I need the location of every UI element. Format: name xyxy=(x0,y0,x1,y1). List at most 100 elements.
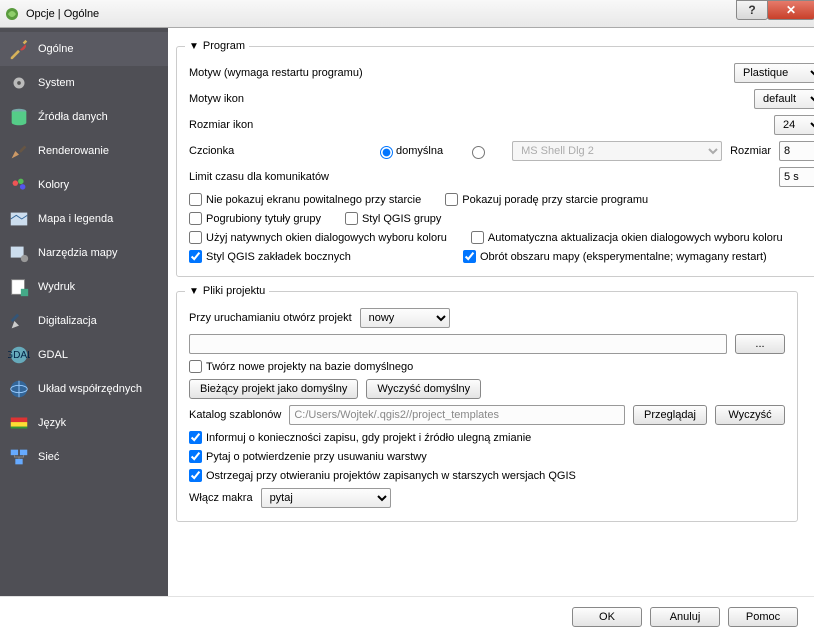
sidebar-label: System xyxy=(38,77,75,89)
palette-icon xyxy=(8,174,30,196)
icon-size-label: Rozmiar ikon xyxy=(189,119,766,131)
macros-label: Włącz makra xyxy=(189,492,253,504)
gear-icon xyxy=(8,72,30,94)
wrench-icon xyxy=(8,38,30,60)
chk-warn-old-label: Ostrzegaj przy otwieraniu projektów zapi… xyxy=(206,470,576,482)
template-dir-label: Katalog szablonów xyxy=(189,409,281,421)
ok-button[interactable]: OK xyxy=(572,607,642,627)
sidebar-item-datasources[interactable]: Źródła danych xyxy=(0,100,168,134)
icon-theme-select[interactable]: default xyxy=(754,89,814,109)
chk-new-from-default[interactable] xyxy=(189,360,202,373)
sidebar-label: Sieć xyxy=(38,451,59,463)
msg-timeout-label: Limit czasu dla komunikatów xyxy=(189,171,771,183)
sidebar-item-print[interactable]: Wydruk xyxy=(0,270,168,304)
sidebar-label: Narzędzia mapy xyxy=(38,247,117,259)
sidebar-item-crs[interactable]: Układ współrzędnych xyxy=(0,372,168,406)
chk-new-from-default-label: Twórz nowe projekty na bazie domyślnego xyxy=(206,361,413,373)
chk-canvas-rotation[interactable] xyxy=(463,250,476,263)
sidebar-item-system[interactable]: System xyxy=(0,66,168,100)
app-icon xyxy=(4,6,20,22)
cancel-button[interactable]: Anuluj xyxy=(650,607,720,627)
sidebar-item-maplegend[interactable]: Mapa i legenda xyxy=(0,202,168,236)
sidebar-item-gdal[interactable]: GDAL GDAL xyxy=(0,338,168,372)
sidebar-label: Układ współrzędnych xyxy=(38,383,142,395)
icon-size-select[interactable]: 24 xyxy=(774,115,814,135)
gdal-icon: GDAL xyxy=(8,344,30,366)
sidebar-label: Wydruk xyxy=(38,281,75,293)
project-path-input[interactable] xyxy=(189,334,727,354)
chk-prompt-save[interactable] xyxy=(189,431,202,444)
chk-bold-group-label: Pogrubiony tytuły grupy xyxy=(206,213,321,225)
chk-live-color[interactable] xyxy=(471,231,484,244)
set-default-button[interactable]: Bieżący projekt jako domyślny xyxy=(189,379,358,399)
sidebar-item-rendering[interactable]: Renderowanie xyxy=(0,134,168,168)
brush-icon xyxy=(8,140,30,162)
sidebar-item-colors[interactable]: Kolory xyxy=(0,168,168,202)
database-icon xyxy=(8,106,30,128)
chk-hide-splash-label: Nie pokazuj ekranu powitalnego przy star… xyxy=(206,194,421,206)
sidebar-label: Mapa i legenda xyxy=(38,213,113,225)
chk-qgis-group-style[interactable] xyxy=(345,212,358,225)
group-program: ▼ Program Motyw (wymaga restartu program… xyxy=(176,40,814,277)
sidebar-item-digitizing[interactable]: Digitalizacja xyxy=(0,304,168,338)
chk-live-color-label: Automatyczna aktualizacja okien dialogow… xyxy=(488,232,783,244)
chk-bold-group[interactable] xyxy=(189,212,202,225)
titlebar: Opcje | Ogólne ? ✕ xyxy=(0,0,814,28)
theme-label: Motyw (wymaga restartu programu) xyxy=(189,67,726,79)
font-custom-radio[interactable] xyxy=(472,146,485,159)
chk-confirm-remove-layer-label: Pytaj o potwierdzenie przy usuwaniu wars… xyxy=(206,451,427,463)
chk-qgis-group-style-label: Styl QGIS grupy xyxy=(362,213,441,225)
dialog-footer: OK Anuluj Pomoc xyxy=(0,596,814,636)
chk-side-tabs-label: Styl QGIS zakładek bocznych xyxy=(206,251,351,263)
sidebar-item-network[interactable]: Sieć xyxy=(0,440,168,474)
open-project-select[interactable]: nowy xyxy=(360,308,450,328)
font-default-radio[interactable] xyxy=(380,146,393,159)
chk-confirm-remove-layer[interactable] xyxy=(189,450,202,463)
group-program-title: Program xyxy=(203,40,245,52)
font-default-label: domyślna xyxy=(396,145,443,157)
clear-template-button[interactable]: Wyczyść xyxy=(715,405,785,425)
sidebar-label: Ogólne xyxy=(38,43,73,55)
group-project: ▼ Pliki projektu Przy uruchamianiu otwór… xyxy=(176,285,798,522)
theme-select[interactable]: Plastique xyxy=(734,63,814,83)
group-project-header[interactable]: ▼ Pliki projektu xyxy=(185,285,269,297)
sidebar-item-language[interactable]: Język xyxy=(0,406,168,440)
macros-select[interactable]: pytaj xyxy=(261,488,391,508)
sidebar-label: GDAL xyxy=(38,349,68,361)
map-icon xyxy=(8,208,30,230)
msg-timeout-spin[interactable] xyxy=(779,167,814,187)
font-size-spin[interactable] xyxy=(779,141,814,161)
open-project-label: Przy uruchamianiu otwórz projekt xyxy=(189,312,352,324)
pen-icon xyxy=(8,310,30,332)
close-button[interactable]: ✕ xyxy=(767,0,814,20)
chk-show-tips[interactable] xyxy=(445,193,458,206)
font-name-select[interactable]: MS Shell Dlg 2 xyxy=(512,141,722,161)
browse-project-button[interactable]: ... xyxy=(735,334,785,354)
chk-side-tabs[interactable] xyxy=(189,250,202,263)
browse-template-button[interactable]: Przeglądaj xyxy=(633,405,707,425)
window-title: Opcje | Ogólne xyxy=(26,8,99,20)
flag-icon xyxy=(8,412,30,434)
sidebar-item-general[interactable]: Ogólne xyxy=(0,32,168,66)
group-program-header[interactable]: ▼ Program xyxy=(185,40,249,52)
help-button-footer[interactable]: Pomoc xyxy=(728,607,798,627)
help-button[interactable]: ? xyxy=(736,0,768,20)
clear-default-button[interactable]: Wyczyść domyślny xyxy=(366,379,481,399)
group-project-title: Pliki projektu xyxy=(203,285,265,297)
chevron-down-icon: ▼ xyxy=(189,286,199,297)
chk-hide-splash[interactable] xyxy=(189,193,202,206)
sidebar-label: Digitalizacja xyxy=(38,315,97,327)
chk-prompt-save-label: Informuj o konieczności zapisu, gdy proj… xyxy=(206,432,531,444)
chk-native-color[interactable] xyxy=(189,231,202,244)
font-size-label: Rozmiar xyxy=(730,145,771,157)
template-dir-input[interactable] xyxy=(289,405,625,425)
chk-canvas-rotation-label: Obrót obszaru mapy (eksperymentalne; wym… xyxy=(480,251,767,263)
sidebar-label: Kolory xyxy=(38,179,69,191)
chk-warn-old[interactable] xyxy=(189,469,202,482)
sidebar-label: Źródła danych xyxy=(38,111,108,123)
globe-icon xyxy=(8,378,30,400)
sidebar-item-maptools[interactable]: Narzędzia mapy xyxy=(0,236,168,270)
chk-show-tips-label: Pokazuj poradę przy starcie programu xyxy=(462,194,648,206)
svg-text:GDAL: GDAL xyxy=(8,350,30,361)
main-panel: ▼ Program Motyw (wymaga restartu program… xyxy=(168,28,814,596)
